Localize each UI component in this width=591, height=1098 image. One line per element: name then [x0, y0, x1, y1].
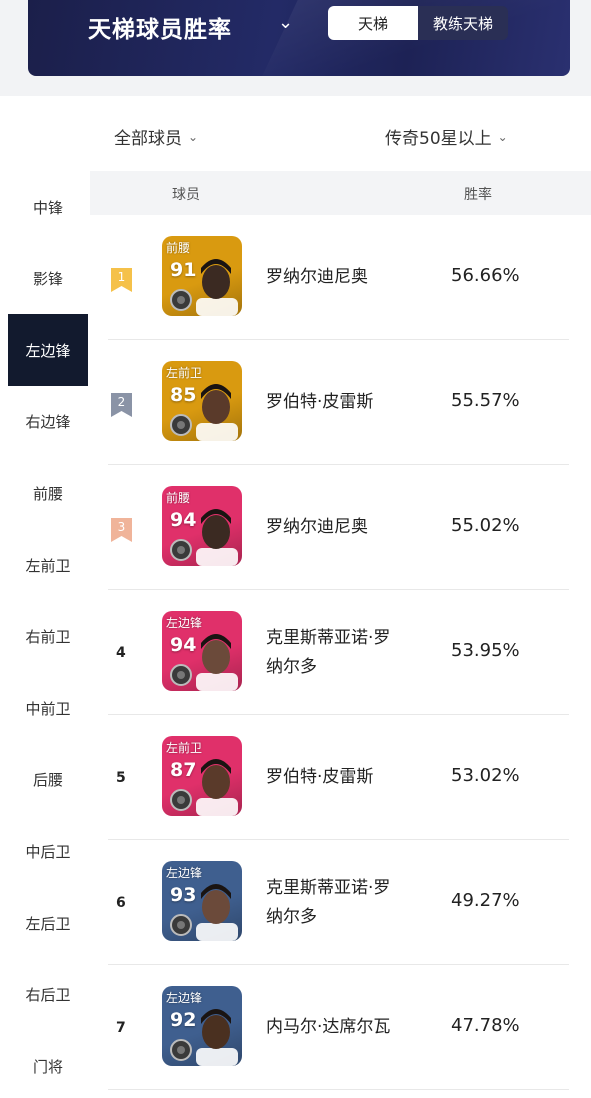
- win-rate: 47.78%: [451, 1015, 520, 1036]
- card-position: 前腰: [166, 241, 191, 255]
- rank-number: 3: [117, 520, 126, 534]
- rank-number: 1: [117, 270, 126, 284]
- card-position: 左边锋: [166, 866, 203, 880]
- win-rate: 55.02%: [451, 515, 520, 536]
- player-card[interactable]: 左边锋 94: [162, 611, 242, 691]
- sidebar-item-0[interactable]: 中锋: [8, 171, 88, 243]
- level-filter-label: 传奇50星以上: [385, 129, 492, 149]
- player-name: 克里斯蒂亚诺·罗纳尔多: [266, 878, 391, 927]
- card-position: 左边锋: [166, 991, 203, 1005]
- table-row[interactable]: 7 左边锋 92 内马尔·达席尔瓦 47.78%: [90, 965, 591, 1090]
- card-rating: 94: [170, 509, 197, 531]
- sidebar-item-8[interactable]: 后腰: [8, 744, 88, 816]
- player-card[interactable]: 前腰 94: [162, 486, 242, 566]
- player-filter-label: 全部球员: [114, 129, 182, 149]
- table-row[interactable]: 2 左前卫 85 罗伯特·皮雷斯 55.57%: [90, 340, 591, 465]
- card-position: 左边锋: [166, 616, 203, 630]
- sidebar-item-4[interactable]: 前腰: [8, 457, 88, 529]
- win-rate: 49.27%: [451, 890, 520, 911]
- level-filter-dropdown[interactable]: 传奇50星以上 ⌄: [385, 124, 508, 149]
- sidebar-item-11[interactable]: 右后卫: [8, 959, 88, 1031]
- player-portrait-icon: [196, 634, 238, 691]
- badge-icon: [170, 664, 192, 686]
- position-sidebar: 中锋 影锋 左边锋 右边锋 前腰 左前卫 右前卫 中前卫 后腰 中后卫 左后卫 右后卫 门将: [8, 171, 88, 1098]
- player-portrait-icon: [196, 509, 238, 566]
- sidebar-item-6[interactable]: 右前卫: [8, 601, 88, 673]
- column-winrate: 胜率: [464, 187, 492, 203]
- player-portrait-icon: [196, 759, 238, 816]
- table-row[interactable]: 3 前腰 94 罗纳尔迪尼奥 55.02%: [90, 465, 591, 590]
- badge-icon: [170, 914, 192, 936]
- card-position: 左前卫: [166, 366, 203, 380]
- table-row[interactable]: 6 左边锋 93 克里斯蒂亚诺·罗纳尔多 49.27%: [90, 840, 591, 965]
- rank-number: 2: [117, 395, 126, 409]
- player-card[interactable]: 左前卫 85: [162, 361, 242, 441]
- sidebar-item-7[interactable]: 中前卫: [8, 672, 88, 744]
- player-name: 克里斯蒂亚诺·罗纳尔多: [266, 628, 391, 677]
- player-portrait-icon: [196, 1009, 238, 1066]
- chevron-down-icon: ⌄: [497, 129, 508, 144]
- tab-coach-ladder[interactable]: 教练天梯: [418, 6, 508, 40]
- rank-flag-icon: 1: [111, 268, 132, 292]
- sidebar-item-5[interactable]: 左前卫: [8, 529, 88, 601]
- card-rating: 85: [170, 384, 197, 406]
- player-portrait-icon: [196, 884, 238, 941]
- sidebar-item-2[interactable]: 左边锋: [8, 314, 88, 387]
- tab-ladder[interactable]: 天梯: [328, 6, 418, 40]
- rank-number: 6: [116, 895, 126, 911]
- card-position: 左前卫: [166, 741, 203, 755]
- card-rating: 94: [170, 634, 197, 656]
- card-rating: 92: [170, 1009, 197, 1031]
- title-chevron-down-icon[interactable]: ⌄: [278, 12, 293, 33]
- column-player: 球员: [172, 187, 200, 203]
- chevron-down-icon: ⌄: [188, 129, 199, 144]
- player-card[interactable]: 左前卫 87: [162, 736, 242, 816]
- player-name: 罗纳尔迪尼奥: [266, 517, 368, 537]
- rank-number: 4: [116, 645, 126, 661]
- badge-icon: [170, 414, 192, 436]
- rank-number: 7: [116, 1020, 126, 1036]
- badge-icon: [170, 539, 192, 561]
- row-divider: [108, 1089, 569, 1090]
- badge-icon: [170, 289, 192, 311]
- card-rating: 93: [170, 884, 197, 906]
- player-card[interactable]: 左边锋 92: [162, 986, 242, 1066]
- table-row[interactable]: 1 前腰 91 罗纳尔迪尼奥 56.66%: [90, 215, 591, 340]
- rank-flag-icon: 2: [111, 393, 132, 417]
- win-rate: 53.95%: [451, 640, 520, 661]
- sidebar-item-12[interactable]: 门将: [8, 1030, 88, 1098]
- card-rating: 91: [170, 259, 197, 281]
- player-name: 罗纳尔迪尼奥: [266, 267, 368, 287]
- win-rate: 55.57%: [451, 390, 520, 411]
- player-name: 内马尔·达席尔瓦: [266, 1017, 391, 1037]
- player-portrait-icon: [196, 259, 238, 316]
- badge-icon: [170, 789, 192, 811]
- card-position: 前腰: [166, 491, 191, 505]
- win-rate: 53.02%: [451, 765, 520, 786]
- table-row[interactable]: 5 左前卫 87 罗伯特·皮雷斯 53.02%: [90, 715, 591, 840]
- win-rate: 56.66%: [451, 265, 520, 286]
- sidebar-item-9[interactable]: 中后卫: [8, 815, 88, 887]
- ladder-toggle: 天梯 教练天梯: [328, 6, 508, 40]
- page-title[interactable]: 天梯球员胜率: [88, 10, 232, 44]
- table-row[interactable]: 4 左边锋 94 克里斯蒂亚诺·罗纳尔多 53.95%: [90, 590, 591, 715]
- table-header: 球员 胜率: [90, 171, 591, 215]
- sidebar-item-3[interactable]: 右边锋: [8, 386, 88, 458]
- player-card[interactable]: 前腰 91: [162, 236, 242, 316]
- player-name: 罗伯特·皮雷斯: [266, 767, 374, 787]
- badge-icon: [170, 1039, 192, 1061]
- sidebar-item-10[interactable]: 左后卫: [8, 887, 88, 959]
- rank-number: 5: [116, 770, 126, 786]
- player-portrait-icon: [196, 384, 238, 441]
- card-rating: 87: [170, 759, 197, 781]
- player-card[interactable]: 左边锋 93: [162, 861, 242, 941]
- player-name: 罗伯特·皮雷斯: [266, 392, 374, 412]
- sidebar-item-1[interactable]: 影锋: [8, 243, 88, 315]
- player-filter-dropdown[interactable]: 全部球员 ⌄: [114, 124, 198, 149]
- rank-flag-icon: 3: [111, 518, 132, 542]
- filter-bar: 全部球员 ⌄ 传奇50星以上 ⌄: [8, 96, 591, 171]
